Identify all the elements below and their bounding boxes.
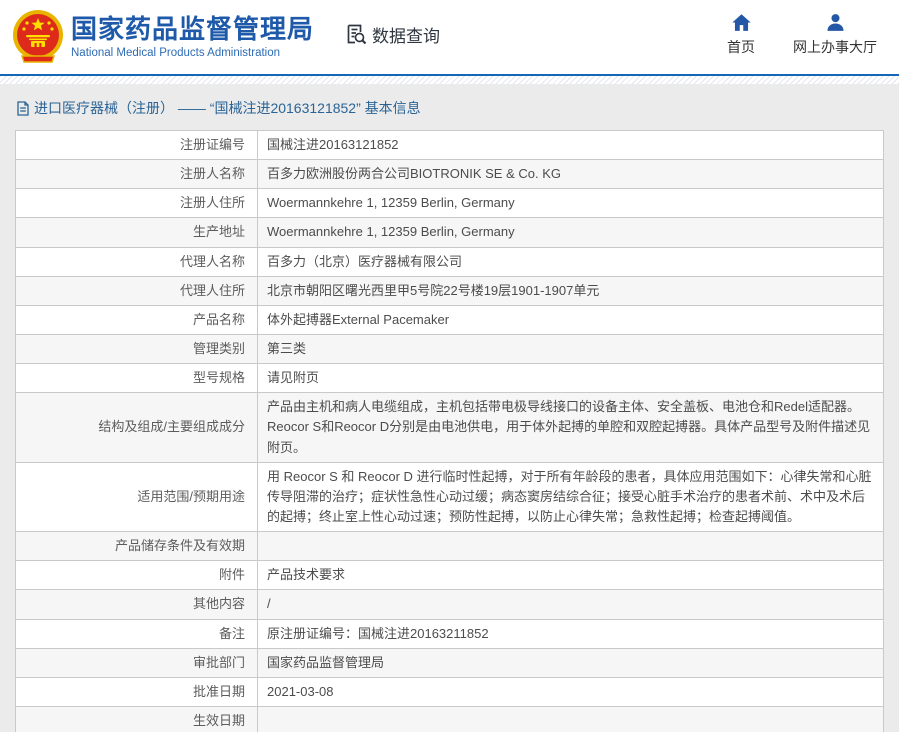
field-value: 用 Reocor S 和 Reocor D 进行临时性起搏，对于所有年龄段的患者… — [258, 462, 884, 531]
data-query-icon — [344, 22, 368, 46]
header-nav: 首页 网上办事大厅 — [727, 12, 877, 57]
user-icon — [825, 12, 846, 33]
field-value: / — [258, 590, 884, 619]
field-label: 产品储存条件及有效期 — [16, 532, 258, 561]
table-row: 产品名称 体外起搏器External Pacemaker — [16, 305, 884, 334]
field-value: 百多力欧洲股份两合公司BIOTRONIK SE & Co. KG — [258, 160, 884, 189]
table-row: 附件 产品技术要求 — [16, 561, 884, 590]
org-name-en: National Medical Products Administration — [71, 47, 314, 59]
field-label: 生效日期 — [16, 706, 258, 732]
national-emblem-icon — [12, 9, 64, 65]
field-label: 其他内容 — [16, 590, 258, 619]
registration-info-table: 注册证编号 国械注进20163121852 注册人名称 百多力欧洲股份两合公司B… — [15, 130, 884, 732]
breadcrumb: 进口医疗器械（注册） —— “国械注进20163121852” 基本信息 — [0, 84, 899, 128]
org-name-zh: 国家药品监督管理局 — [71, 15, 314, 45]
table-row: 生产地址 Woermannkehre 1, 12359 Berlin, Germ… — [16, 218, 884, 247]
field-value: Woermannkehre 1, 12359 Berlin, Germany — [258, 189, 884, 218]
field-value: 请见附页 — [258, 364, 884, 393]
field-label: 备注 — [16, 619, 258, 648]
nav-data-query-label: 数据查询 — [372, 22, 440, 47]
field-value: 国械注进20163121852 — [258, 131, 884, 160]
field-value: 国家药品监督管理局 — [258, 648, 884, 677]
field-value — [258, 706, 884, 732]
table-row: 管理类别 第三类 — [16, 334, 884, 363]
table-row: 注册人住所 Woermannkehre 1, 12359 Berlin, Ger… — [16, 189, 884, 218]
field-label: 代理人住所 — [16, 276, 258, 305]
header-hatch-strip — [0, 76, 899, 84]
table-row: 代理人住所 北京市朝阳区曙光西里甲5号院22号楼19层1901-1907单元 — [16, 276, 884, 305]
brand-text: 国家药品监督管理局 National Medical Products Admi… — [71, 15, 314, 59]
nav-service-hall[interactable]: 网上办事大厅 — [793, 12, 877, 57]
table-row: 代理人名称 百多力（北京）医疗器械有限公司 — [16, 247, 884, 276]
field-value — [258, 532, 884, 561]
field-value: 第三类 — [258, 334, 884, 363]
document-icon — [16, 101, 30, 116]
field-value: 北京市朝阳区曙光西里甲5号院22号楼19层1901-1907单元 — [258, 276, 884, 305]
nav-service-hall-label: 网上办事大厅 — [793, 37, 877, 57]
table-row: 其他内容 / — [16, 590, 884, 619]
field-value: 百多力（北京）医疗器械有限公司 — [258, 247, 884, 276]
field-label: 注册人名称 — [16, 160, 258, 189]
table-row: 注册证编号 国械注进20163121852 — [16, 131, 884, 160]
table-row: 备注 原注册证编号：国械注进20163211852 — [16, 619, 884, 648]
table-row: 生效日期 — [16, 706, 884, 732]
table-row: 结构及组成/主要组成成分 产品由主机和病人电缆组成，主机包括带电极导线接口的设备… — [16, 393, 884, 462]
table-row: 审批部门 国家药品监督管理局 — [16, 648, 884, 677]
field-label: 管理类别 — [16, 334, 258, 363]
field-label: 生产地址 — [16, 218, 258, 247]
table-row: 注册人名称 百多力欧洲股份两合公司BIOTRONIK SE & Co. KG — [16, 160, 884, 189]
field-label: 注册人住所 — [16, 189, 258, 218]
nav-home-label: 首页 — [727, 37, 755, 57]
field-value: 产品技术要求 — [258, 561, 884, 590]
field-value: Woermannkehre 1, 12359 Berlin, Germany — [258, 218, 884, 247]
table-row: 产品储存条件及有效期 — [16, 532, 884, 561]
field-value: 原注册证编号：国械注进20163211852 — [258, 619, 884, 648]
field-label: 型号规格 — [16, 364, 258, 393]
nav-home[interactable]: 首页 — [727, 12, 755, 57]
field-label: 注册证编号 — [16, 131, 258, 160]
nav-data-query[interactable]: 数据查询 — [344, 22, 440, 47]
breadcrumb-text: 进口医疗器械（注册） —— “国械注进20163121852” 基本信息 — [34, 98, 421, 118]
field-label: 批准日期 — [16, 677, 258, 706]
table-row: 批准日期 2021-03-08 — [16, 677, 884, 706]
field-label: 产品名称 — [16, 305, 258, 334]
field-value: 体外起搏器External Pacemaker — [258, 305, 884, 334]
field-label: 适用范围/预期用途 — [16, 462, 258, 531]
main-content: 进口医疗器械（注册） —— “国械注进20163121852” 基本信息 注册证… — [0, 84, 899, 732]
field-label: 代理人名称 — [16, 247, 258, 276]
table-row: 适用范围/预期用途 用 Reocor S 和 Reocor D 进行临时性起搏，… — [16, 462, 884, 531]
field-label: 审批部门 — [16, 648, 258, 677]
table-row: 型号规格 请见附页 — [16, 364, 884, 393]
field-label: 附件 — [16, 561, 258, 590]
field-label: 结构及组成/主要组成成分 — [16, 393, 258, 462]
page-header: 国家药品监督管理局 National Medical Products Admi… — [0, 0, 899, 74]
field-value: 产品由主机和病人电缆组成，主机包括带电极导线接口的设备主体、安全盖板、电池仓和R… — [258, 393, 884, 462]
field-value: 2021-03-08 — [258, 677, 884, 706]
header-brand[interactable]: 国家药品监督管理局 National Medical Products Admi… — [12, 9, 314, 65]
home-icon — [731, 12, 752, 33]
